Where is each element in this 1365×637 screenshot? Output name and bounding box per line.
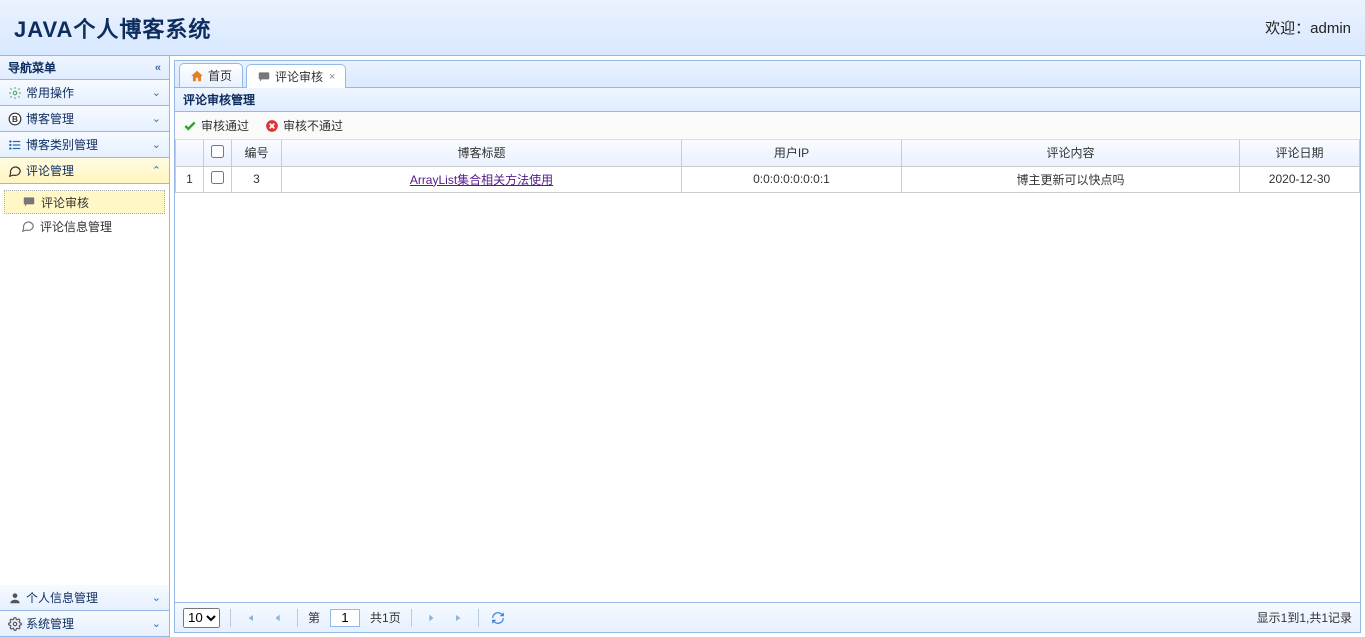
page-total-label: 共1页 bbox=[370, 609, 401, 626]
comments-grid: 编号 博客标题 用户IP 评论内容 评论日期 1 3 bbox=[175, 140, 1360, 602]
sidebar-panel-blog[interactable]: B 博客管理 ⌄ bbox=[0, 106, 169, 132]
pager-status: 显示1到1,共1记录 bbox=[1257, 609, 1352, 626]
welcome-text: 欢迎：admin bbox=[1265, 17, 1351, 38]
tabs-bar: 首页 评论审核 × bbox=[174, 60, 1361, 88]
close-tab-icon[interactable]: × bbox=[329, 71, 335, 83]
svg-text:B: B bbox=[12, 114, 18, 123]
app-title: JAVA个人博客系统 bbox=[14, 12, 211, 44]
check-icon bbox=[183, 119, 197, 133]
chevron-down-icon: ⌄ bbox=[152, 138, 161, 151]
main-content: 首页 评论审核 × 评论审核管理 审核通过 bbox=[170, 56, 1365, 637]
first-icon bbox=[244, 612, 256, 624]
blog-title-link[interactable]: ArrayList集合相关方法使用 bbox=[410, 173, 553, 187]
cell-date: 2020-12-30 bbox=[1240, 166, 1360, 192]
tab-home[interactable]: 首页 bbox=[179, 63, 243, 87]
pager: 10 第 共1页 bbox=[175, 602, 1360, 632]
table-header-row: 编号 博客标题 用户IP 评论内容 评论日期 bbox=[176, 140, 1360, 166]
home-icon bbox=[190, 69, 204, 83]
first-page-button[interactable] bbox=[241, 609, 259, 627]
cell-checkbox bbox=[204, 166, 232, 192]
approve-button[interactable]: 审核通过 bbox=[183, 117, 249, 134]
last-icon bbox=[453, 612, 465, 624]
settings-icon bbox=[8, 617, 26, 631]
gear-icon bbox=[8, 86, 26, 100]
cell-ip: 0:0:0:0:0:0:0:1 bbox=[682, 166, 902, 192]
bubble-icon bbox=[20, 219, 36, 233]
chat-icon bbox=[21, 195, 37, 209]
chevron-down-icon: ⌄ bbox=[152, 617, 161, 630]
refresh-button[interactable] bbox=[489, 609, 507, 627]
app-header: JAVA个人博客系统 欢迎：admin bbox=[0, 0, 1365, 56]
col-rownum bbox=[176, 140, 204, 166]
toolbar: 审核通过 审核不通过 bbox=[175, 112, 1360, 140]
chevron-down-icon: ⌄ bbox=[152, 591, 161, 604]
refresh-icon bbox=[491, 611, 505, 625]
sidebar: 导航菜单 « 常用操作 ⌄ B 博客管理 ⌄ bbox=[0, 56, 170, 637]
col-id[interactable]: 编号 bbox=[232, 140, 282, 166]
page-number-input[interactable] bbox=[330, 609, 360, 627]
col-content[interactable]: 评论内容 bbox=[902, 140, 1240, 166]
cell-content: 博主更新可以快点吗 bbox=[902, 166, 1240, 192]
cell-id: 3 bbox=[232, 166, 282, 192]
sidebar-item-review[interactable]: 评论审核 bbox=[4, 190, 165, 214]
sidebar-panel-system[interactable]: 系统管理 ⌄ bbox=[0, 611, 169, 637]
list-icon bbox=[8, 138, 26, 152]
cell-rownum: 1 bbox=[176, 166, 204, 192]
comment-icon bbox=[8, 164, 26, 178]
chevron-down-icon: ⌄ bbox=[152, 112, 161, 125]
sidebar-panel-comment[interactable]: 评论管理 ⌃ bbox=[0, 158, 169, 184]
col-title[interactable]: 博客标题 bbox=[282, 140, 682, 166]
chevron-down-icon: ⌄ bbox=[152, 86, 161, 99]
row-checkbox[interactable] bbox=[211, 171, 224, 184]
next-page-button[interactable] bbox=[422, 609, 440, 627]
chat-icon bbox=[257, 70, 271, 84]
review-panel: 评论审核管理 审核通过 审核不通过 bbox=[174, 88, 1361, 633]
page-label-prefix: 第 bbox=[308, 609, 320, 626]
next-icon bbox=[426, 613, 436, 623]
cross-icon bbox=[265, 119, 279, 133]
sidebar-panel-profile[interactable]: 个人信息管理 ⌄ bbox=[0, 585, 169, 611]
panel-title: 评论审核管理 bbox=[175, 88, 1360, 112]
book-icon: B bbox=[8, 112, 26, 126]
prev-page-button[interactable] bbox=[269, 609, 287, 627]
prev-icon bbox=[273, 613, 283, 623]
col-checkbox bbox=[204, 140, 232, 166]
page-size-select[interactable]: 10 bbox=[183, 608, 220, 628]
collapse-sidebar-icon[interactable]: « bbox=[155, 62, 161, 74]
user-icon bbox=[8, 591, 26, 605]
reject-button[interactable]: 审核不通过 bbox=[265, 117, 343, 134]
col-ip[interactable]: 用户IP bbox=[682, 140, 902, 166]
tab-review[interactable]: 评论审核 × bbox=[246, 64, 346, 88]
sidebar-panel-category[interactable]: 博客类别管理 ⌄ bbox=[0, 132, 169, 158]
col-date[interactable]: 评论日期 bbox=[1240, 140, 1360, 166]
last-page-button[interactable] bbox=[450, 609, 468, 627]
cell-title: ArrayList集合相关方法使用 bbox=[282, 166, 682, 192]
username: admin bbox=[1310, 20, 1351, 37]
select-all-checkbox[interactable] bbox=[211, 145, 224, 158]
sidebar-panel-comment-body: 评论审核 评论信息管理 bbox=[0, 184, 169, 244]
table-row[interactable]: 1 3 ArrayList集合相关方法使用 0:0:0:0:0:0:0:1 博主… bbox=[176, 166, 1360, 192]
sidebar-item-comment-info[interactable]: 评论信息管理 bbox=[0, 214, 169, 238]
sidebar-title: 导航菜单 « bbox=[0, 56, 169, 80]
chevron-up-icon: ⌃ bbox=[152, 164, 161, 177]
sidebar-panel-common[interactable]: 常用操作 ⌄ bbox=[0, 80, 169, 106]
